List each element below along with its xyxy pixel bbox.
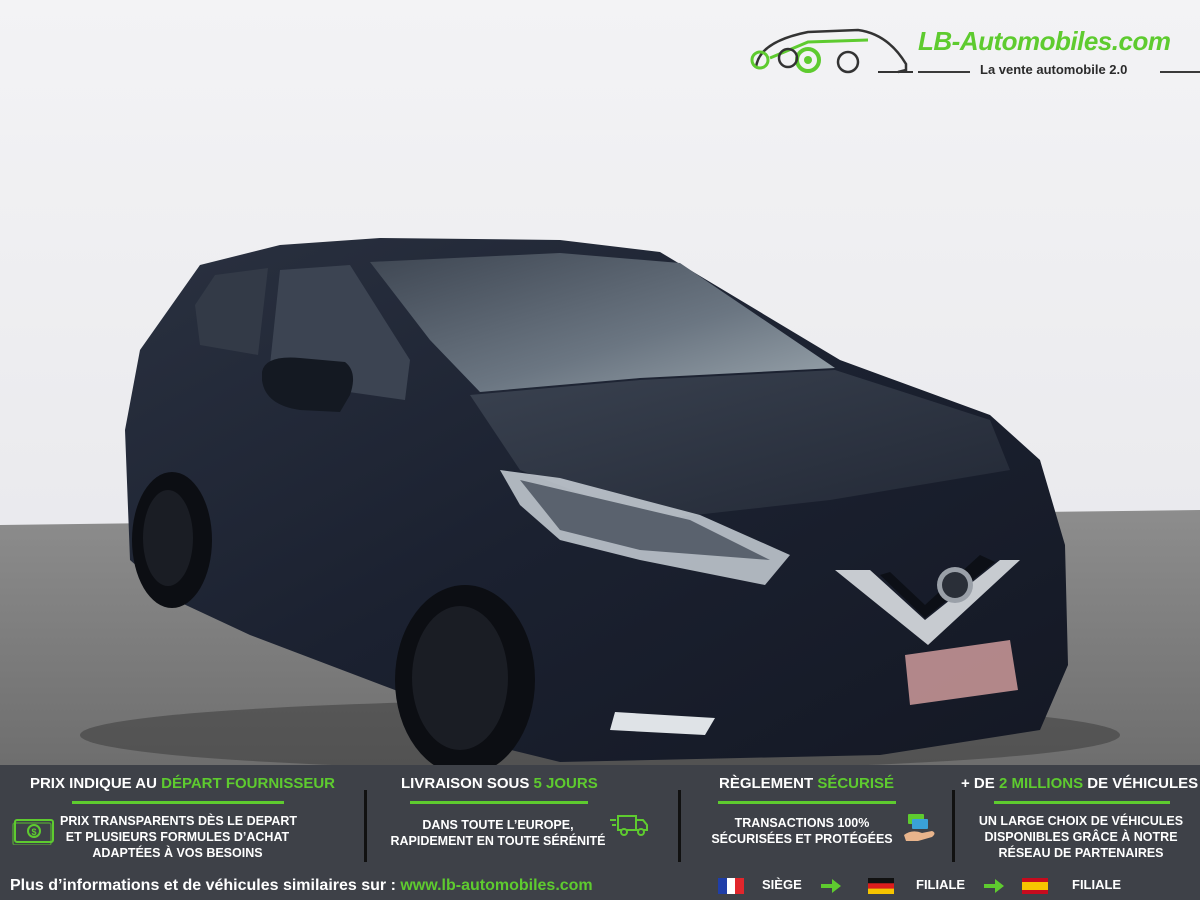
feature-delivery-title-accent: 5 JOURS <box>533 775 598 792</box>
spain-flag-icon <box>1022 878 1048 894</box>
feature-vehicles-title-plain: + DE <box>961 775 999 792</box>
feature-price-line: ET PLUSIEURS FORMULES D’ACHAT <box>65 830 290 844</box>
feature-payment: RÈGLEMENT SÉCURISÉ TRANSACTIONS 100% SÉC… <box>682 765 952 869</box>
feature-price: PRIX INDIQUE AU DÉPART FOURNISSEUR $ PRI… <box>0 765 365 869</box>
separator <box>364 790 367 862</box>
feature-vehicles-rule <box>994 801 1170 804</box>
feature-payment-rule <box>718 801 896 804</box>
logo-divider-right <box>1160 71 1200 73</box>
feature-payment-title-accent: SÉCURISÉ <box>817 775 895 792</box>
logo-tagline: La vente automobile 2.0 <box>980 62 1128 77</box>
payment-hand-icon <box>904 814 935 841</box>
money-icon: $ <box>12 819 54 845</box>
location-label-siege: SIÈGE <box>762 877 802 892</box>
footer-info: Plus d’informations et de véhicules simi… <box>10 877 593 895</box>
feature-delivery-line: DANS TOUTE L’EUROPE, <box>422 818 574 832</box>
feature-price-line: ADAPTÉES À VOS BESOINS <box>92 846 263 860</box>
feature-price-rule <box>72 801 284 804</box>
car-logo-icon <box>750 28 913 74</box>
feature-vehicles-line: DISPONIBLES GRÂCE À NOTRE <box>984 830 1178 844</box>
feature-delivery-title-plain: LIVRAISON SOUS <box>401 775 534 792</box>
feature-payment-line: TRANSACTIONS 100% <box>734 816 870 830</box>
feature-payment-title-plain: RÈGLEMENT <box>719 775 818 792</box>
car-photo <box>0 0 1200 765</box>
feature-vehicles-line: UN LARGE CHOIX DE VÉHICULES <box>978 814 1184 828</box>
footer-label: Plus d’informations et de véhicules simi… <box>10 877 401 894</box>
feature-price-line: PRIX TRANSPARENTS DÈS LE DEPART <box>60 814 298 828</box>
feature-price-text: PRIX TRANSPARENTS DÈS LE DEPART ET PLUSI… <box>60 813 298 861</box>
footer-website-link[interactable]: www.lb-automobiles.com <box>400 877 592 894</box>
feature-price-title-accent: DÉPART FOURNISSEUR <box>161 775 336 792</box>
logo-wordmark: LB-Automobiles.com <box>918 26 1171 56</box>
separator <box>952 790 955 862</box>
germany-flag-icon <box>868 878 894 894</box>
location-label-filiale-es: FILIALE <box>1072 877 1122 892</box>
arrow-right-icon <box>821 879 841 893</box>
feature-payment-text: TRANSACTIONS 100% SÉCURISÉES ET PROTÉGÉE… <box>702 815 902 847</box>
delivery-truck-icon <box>610 815 648 836</box>
feature-delivery-rule <box>410 801 588 804</box>
svg-text:$: $ <box>31 827 36 837</box>
feature-vehicles-line: RÉSEAU DE PARTENAIRES <box>998 846 1164 860</box>
feature-delivery-text: DANS TOUTE L’EUROPE, RAPIDEMENT EN TOUTE… <box>388 817 608 849</box>
separator <box>678 790 681 862</box>
logo-divider-left <box>918 71 970 73</box>
info-banner: PRIX INDIQUE AU DÉPART FOURNISSEUR $ PRI… <box>0 765 1200 900</box>
feature-vehicles-title-tail: DE VÉHICULES <box>1083 775 1199 792</box>
feature-vehicles-title-accent: 2 MILLIONS <box>998 775 1084 792</box>
feature-price-title: PRIX INDIQUE AU DÉPART FOURNISSEUR <box>0 775 365 792</box>
feature-vehicles-title: + DE 2 MILLIONS DE VÉHICULES <box>956 775 1200 792</box>
feature-price-title-plain: PRIX INDIQUE AU <box>29 775 162 792</box>
feature-delivery-title: LIVRAISON SOUS 5 JOURS <box>368 775 678 792</box>
feature-delivery: LIVRAISON SOUS 5 JOURS DANS TOUTE L’EURO… <box>368 765 678 869</box>
france-flag-icon <box>718 878 744 894</box>
feature-delivery-line: RAPIDEMENT EN TOUTE SÉRÉNITÉ <box>390 834 606 848</box>
lb-automobiles-logo[interactable]: LB-Automobiles.com La vente automobile 2… <box>748 20 1200 80</box>
feature-vehicles: + DE 2 MILLIONS DE VÉHICULES UN LARGE CH… <box>956 765 1200 869</box>
location-label-filiale-de: FILIALE <box>916 877 966 892</box>
arrow-right-icon <box>984 879 1004 893</box>
feature-payment-title: RÈGLEMENT SÉCURISÉ <box>682 775 952 792</box>
feature-vehicles-text: UN LARGE CHOIX DE VÉHICULES DISPONIBLES … <box>956 813 1200 861</box>
feature-payment-line: SÉCURISÉES ET PROTÉGÉES <box>711 832 893 846</box>
